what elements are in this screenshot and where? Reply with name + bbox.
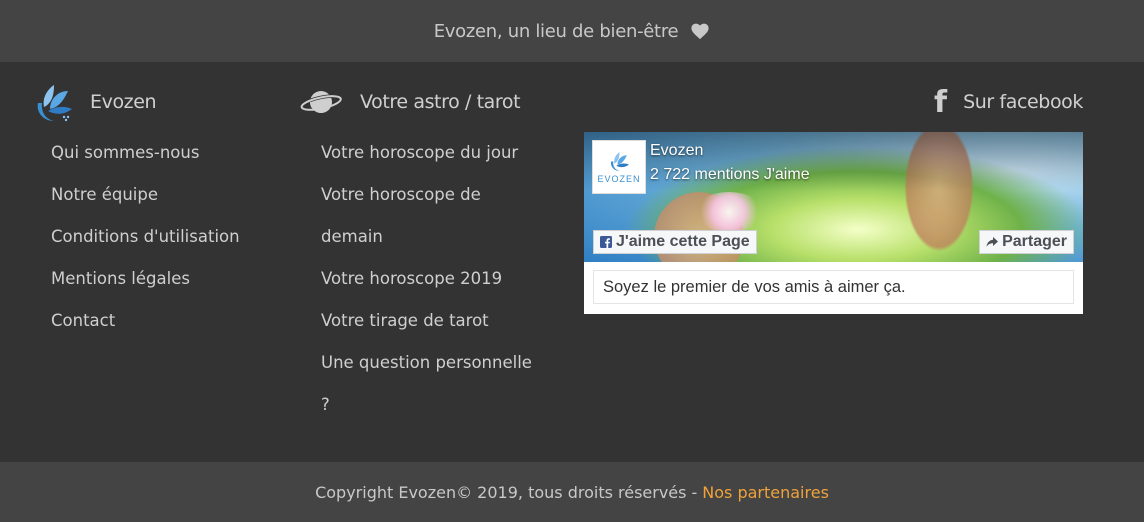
astro-column-header: Votre astro / tarot	[300, 62, 550, 142]
list-item: Une question personnelle ?	[321, 342, 540, 426]
link-conditions[interactable]: Conditions d'utilisation	[51, 227, 240, 246]
evozen-lotus-logo-icon	[37, 85, 72, 122]
facebook-column: f Sur facebook EVOZEN Evozen 2 722 menti…	[584, 62, 1083, 314]
heart-icon	[691, 23, 709, 40]
facebook-cover-image[interactable]: EVOZEN Evozen 2 722 mentions J'aime J'ai…	[584, 132, 1083, 262]
evozen-lotus-logo-icon	[610, 152, 629, 171]
evozen-column-header: Evozen	[30, 62, 280, 142]
partners-link[interactable]: Nos partenaires	[702, 483, 829, 502]
link-qui-sommes-nous[interactable]: Qui sommes-nous	[51, 143, 199, 162]
link-horoscope-2019[interactable]: Votre horoscope 2019	[321, 269, 502, 288]
planet-icon	[300, 91, 342, 113]
like-button-label: J'aime cette Page	[616, 233, 750, 250]
link-mentions-legales[interactable]: Mentions légales	[51, 269, 190, 288]
astro-column: Votre astro / tarot Votre horoscope du j…	[300, 62, 550, 426]
facebook-column-title: Sur facebook	[963, 91, 1083, 113]
link-question-personnelle[interactable]: Une question personnelle ?	[321, 353, 532, 414]
facebook-share-button[interactable]: Partager	[979, 230, 1074, 254]
facebook-column-header: f Sur facebook	[584, 62, 1083, 142]
list-item: Qui sommes-nous	[51, 132, 280, 174]
link-horoscope-jour[interactable]: Votre horoscope du jour	[321, 143, 518, 162]
list-item: Votre tirage de tarot	[321, 300, 540, 342]
list-item: Votre horoscope 2019	[321, 258, 540, 300]
link-notre-equipe[interactable]: Notre équipe	[51, 185, 158, 204]
astro-column-title: Votre astro / tarot	[360, 91, 521, 113]
copyright-text: Copyright Evozen© 2019, tous droits rése…	[315, 482, 687, 502]
facebook-page-widget: EVOZEN Evozen 2 722 mentions J'aime J'ai…	[584, 132, 1083, 314]
link-tirage-tarot[interactable]: Votre tirage de tarot	[321, 311, 489, 330]
astro-links: Votre horoscope du jour Votre horoscope …	[300, 132, 540, 426]
facebook-page-name[interactable]: Evozen	[650, 142, 703, 160]
facebook-icon: f	[934, 84, 948, 120]
facebook-friends-note: Soyez le premier de vos amis à aimer ça.	[593, 270, 1074, 304]
footer-main: Evozen Qui sommes-nous Notre équipe Cond…	[0, 62, 1144, 462]
footer-separator: -	[691, 482, 698, 502]
copyright-bar: Copyright Evozen© 2019, tous droits rése…	[0, 462, 1144, 522]
link-horoscope-demain[interactable]: Votre horoscope de demain	[321, 185, 481, 246]
list-item: Contact	[51, 300, 280, 342]
evozen-column-title: Evozen	[90, 91, 157, 113]
list-item: Conditions d'utilisation	[51, 216, 280, 258]
list-item: Votre horoscope de demain	[321, 174, 540, 258]
list-item: Mentions légales	[51, 258, 280, 300]
list-item: Votre horoscope du jour	[321, 132, 540, 174]
share-arrow-icon	[986, 236, 999, 247]
facebook-likes-count: 2 722 mentions J'aime	[650, 166, 810, 183]
list-item: Notre équipe	[51, 174, 280, 216]
avatar-brand-text: EVOZEN	[597, 174, 641, 184]
evozen-links: Qui sommes-nous Notre équipe Conditions …	[30, 132, 280, 342]
site-tagline: Evozen, un lieu de bien-être	[433, 20, 679, 42]
top-banner: Evozen, un lieu de bien-être	[0, 0, 1144, 62]
facebook-small-icon	[600, 236, 612, 248]
share-button-label: Partager	[1002, 233, 1067, 250]
facebook-like-button[interactable]: J'aime cette Page	[593, 230, 757, 254]
facebook-page-avatar[interactable]: EVOZEN	[592, 140, 646, 194]
evozen-column: Evozen Qui sommes-nous Notre équipe Cond…	[30, 62, 280, 342]
link-contact[interactable]: Contact	[51, 311, 115, 330]
